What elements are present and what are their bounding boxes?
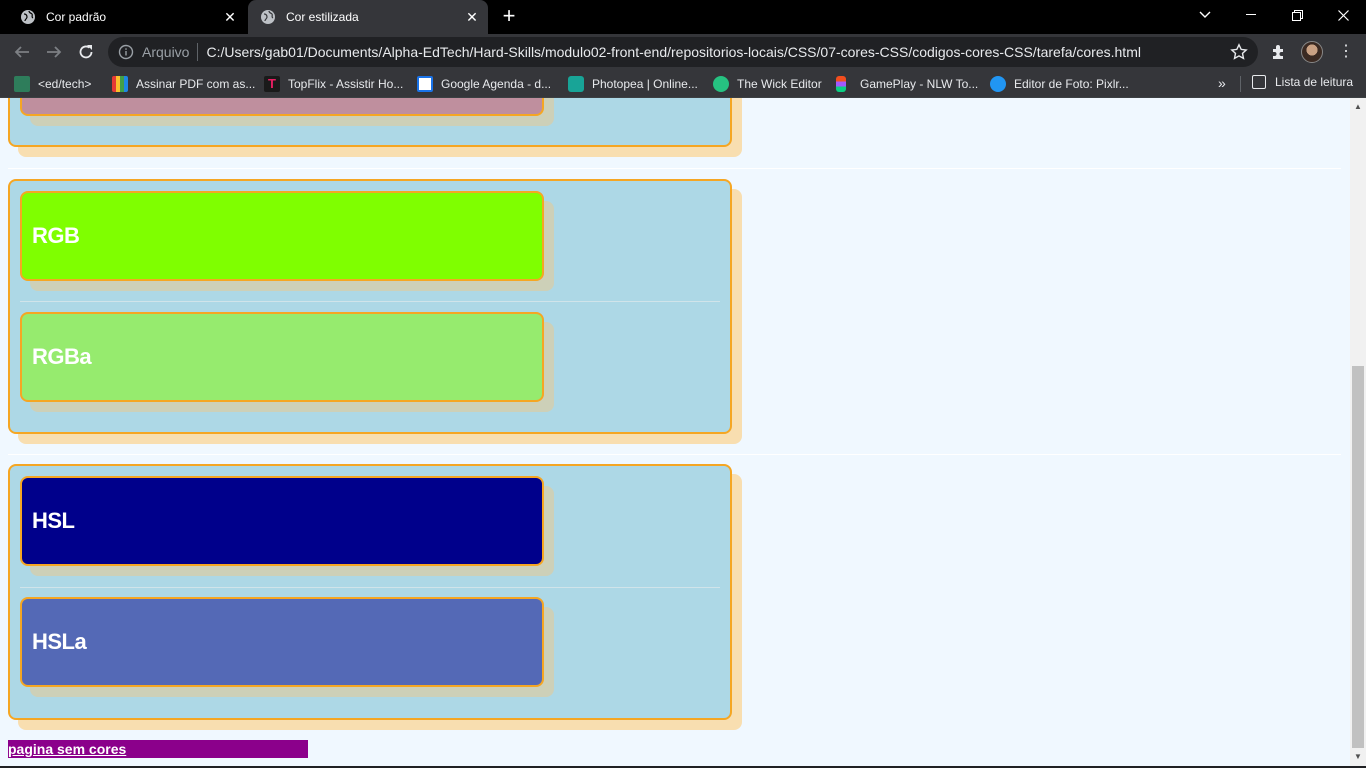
- calendar-favicon-icon: [417, 76, 433, 92]
- color-card-rgb: RGB: [20, 191, 544, 281]
- back-button[interactable]: [10, 40, 34, 64]
- color-card-hsla: HSLa: [20, 597, 544, 687]
- browser-toolbar: Arquivo C:/Users/gab01/Documents/Alpha-E…: [0, 34, 1366, 70]
- bookmark-label: The Wick Editor: [737, 77, 822, 91]
- close-window-button[interactable]: [1320, 0, 1366, 30]
- bookmark-label: GamePlay - NLW To...: [860, 77, 979, 91]
- info-icon[interactable]: [118, 44, 134, 60]
- color-card-hsl: HSL: [20, 476, 544, 566]
- color-card-label: RGB: [32, 223, 80, 248]
- tab-search-icon[interactable]: [1182, 0, 1228, 30]
- scroll-down-arrow-icon[interactable]: ▼: [1353, 752, 1363, 762]
- url-text[interactable]: C:/Users/gab01/Documents/Alpha-EdTech/Ha…: [206, 44, 1141, 60]
- tab-cor-padrao[interactable]: Cor padrão ✕: [8, 0, 246, 34]
- edtech-favicon-icon: [14, 76, 30, 92]
- color-section-previous: [8, 98, 732, 147]
- bookmark-label: Google Agenda - d...: [441, 77, 552, 91]
- reading-list-icon: [1252, 75, 1266, 89]
- color-card-label: HSL: [32, 508, 75, 533]
- reload-button[interactable]: [74, 40, 98, 64]
- card-divider: [20, 301, 720, 302]
- reading-list-button[interactable]: Lista de leitura: [1252, 75, 1353, 89]
- scheme-label: Arquivo: [142, 44, 190, 60]
- bookmark-label: Assinar PDF com as...: [136, 77, 256, 91]
- color-section-hsl: HSL HSLa: [8, 464, 732, 720]
- bookmark-gameplay[interactable]: GamePlay - NLW To...: [836, 75, 978, 93]
- bookmark-label: Editor de Foto: Pixlr...: [1014, 77, 1129, 91]
- bookmark-assinar-pdf[interactable]: Assinar PDF com as...: [112, 75, 255, 93]
- tab-title: Cor estilizada: [286, 10, 359, 24]
- wick-favicon-icon: [713, 76, 729, 92]
- figma-favicon-icon: [836, 76, 846, 92]
- topflix-favicon-icon: T: [264, 76, 280, 92]
- close-tab-icon[interactable]: ✕: [220, 7, 240, 27]
- pdf-favicon-icon: [112, 76, 128, 92]
- color-card-rgba: RGBa: [20, 312, 544, 402]
- pixlr-favicon-icon: [990, 76, 1006, 92]
- page-viewport: RGB RGBa HSL HSLa pagina sem cores: [0, 98, 1350, 766]
- bookmark-pixlr[interactable]: Editor de Foto: Pixlr...: [990, 75, 1129, 93]
- forward-button[interactable]: [42, 40, 66, 64]
- extensions-puzzle-icon[interactable]: [1270, 43, 1288, 61]
- globe-icon: [260, 9, 276, 25]
- bookmarks-bar: <ed/tech> Assinar PDF com as... T TopFli…: [0, 70, 1366, 98]
- pagina-sem-cores-link[interactable]: pagina sem cores: [8, 740, 308, 758]
- scroll-up-arrow-icon[interactable]: ▲: [1353, 102, 1363, 112]
- profile-avatar[interactable]: [1301, 41, 1323, 63]
- section-divider: [8, 454, 1341, 455]
- address-bar[interactable]: Arquivo C:/Users/gab01/Documents/Alpha-E…: [108, 37, 1258, 67]
- bookmark-topflix[interactable]: T TopFlix - Assistir Ho...: [264, 75, 403, 93]
- card-divider: [20, 587, 720, 588]
- color-card-previous: [20, 98, 544, 116]
- tab-title: Cor padrão: [46, 10, 107, 24]
- scrollbar-thumb[interactable]: [1352, 366, 1364, 748]
- bookmark-google-agenda[interactable]: Google Agenda - d...: [417, 75, 551, 93]
- bookmark-label: Photopea | Online...: [592, 77, 698, 91]
- bookmark-label: TopFlix - Assistir Ho...: [288, 77, 404, 91]
- bookmark-star-icon[interactable]: [1230, 43, 1248, 61]
- more-bookmarks-chevron-icon[interactable]: »: [1218, 75, 1226, 91]
- color-section-rgb: RGB RGBa: [8, 179, 732, 434]
- close-tab-icon[interactable]: ✕: [462, 7, 482, 27]
- bookmark-wick-editor[interactable]: The Wick Editor: [713, 75, 822, 93]
- reading-list-label: Lista de leitura: [1275, 75, 1354, 89]
- color-card-label: RGBa: [32, 344, 92, 369]
- tab-strip: Cor padrão ✕ Cor estilizada ✕ +: [0, 0, 1366, 34]
- tab-cor-estilizada[interactable]: Cor estilizada ✕: [248, 0, 488, 34]
- new-tab-button[interactable]: +: [498, 5, 520, 28]
- address-separator: [197, 43, 199, 61]
- section-divider: [8, 168, 1341, 169]
- bookmarks-divider: [1240, 76, 1241, 92]
- restore-button[interactable]: [1274, 0, 1320, 30]
- kebab-menu-icon[interactable]: ⋮: [1336, 42, 1356, 62]
- bookmark-photopea[interactable]: Photopea | Online...: [568, 75, 698, 93]
- minimize-button[interactable]: [1228, 0, 1274, 30]
- globe-icon: [20, 9, 36, 25]
- bookmark-label: <ed/tech>: [38, 77, 92, 91]
- bookmark-edtech[interactable]: <ed/tech>: [14, 75, 91, 93]
- color-card-label: HSLa: [32, 629, 87, 654]
- photopea-favicon-icon: [568, 76, 584, 92]
